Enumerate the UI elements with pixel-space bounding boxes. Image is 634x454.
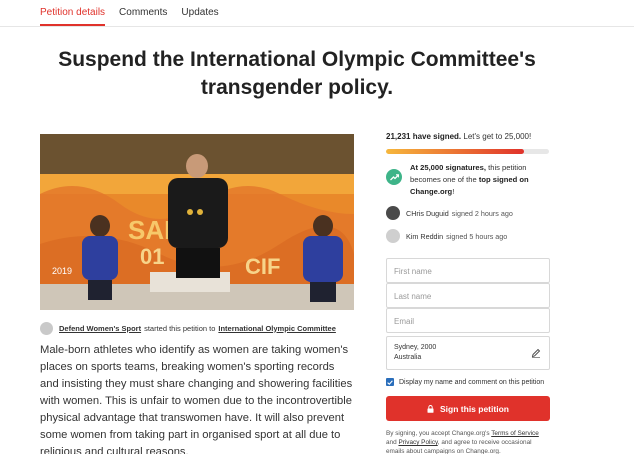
recent-signer: Kim Reddin signed 5 hours ago (386, 229, 550, 243)
petition-photo: SAM 01 CIF 2019 (40, 134, 354, 310)
location-city: Sydney, 2000 (394, 344, 437, 351)
tab-comments[interactable]: Comments (119, 0, 167, 26)
petition-tabs: Petition details Comments Updates (40, 0, 233, 26)
milestone-lead: At 25,000 signatures, (410, 163, 486, 172)
edit-pencil-icon[interactable] (531, 348, 541, 358)
signature-goal-text: Let's get to 25,000! (463, 132, 532, 141)
tab-updates[interactable]: Updates (181, 0, 218, 26)
last-name-field[interactable]: Last name (386, 283, 550, 308)
email-field[interactable]: Email (386, 308, 550, 333)
podium-photo-illustration: SAM 01 CIF 2019 (40, 134, 354, 310)
legal-prefix: By signing, you accept Change.org's (386, 430, 490, 437)
sign-petition-button[interactable]: Sign this petition (386, 396, 550, 421)
legal-disclaimer: By signing, you accept Change.org's Term… (386, 429, 550, 454)
sign-petition-label: Sign this petition (440, 403, 509, 414)
signer-time: signed 2 hours ago (451, 208, 513, 218)
svg-text:2019: 2019 (52, 266, 72, 276)
petition-description: Male-born athletes who identify as women… (40, 344, 353, 454)
signature-count: 21,231 have signed. Let's get to 25,000! (386, 132, 550, 141)
petition-title: Suspend the International Olympic Commit… (40, 46, 554, 102)
sign-sidebar: 21,231 have signed. Let's get to 25,000!… (386, 132, 550, 243)
signer-name: CHris Duguid (406, 208, 449, 218)
starter-author-link[interactable]: Defend Women's Sport (59, 324, 141, 333)
milestone-end: ! (452, 187, 455, 196)
svg-text:CIF: CIF (245, 254, 280, 279)
milestone-notice: At 25,000 signatures, this petition beco… (386, 162, 550, 198)
petition-title-line2: transgender policy. (200, 76, 394, 99)
signer-avatar (386, 229, 400, 243)
first-name-field[interactable]: First name (386, 258, 550, 283)
trending-up-icon (386, 169, 402, 185)
starter-action-text: started this petition to (144, 323, 216, 333)
tab-petition-details[interactable]: Petition details (40, 0, 106, 26)
svg-text:01: 01 (140, 244, 164, 269)
lock-icon (427, 404, 434, 413)
location-field[interactable]: Sydney, 2000 Australia (386, 336, 550, 370)
privacy-policy-link[interactable]: Privacy Policy (398, 439, 437, 446)
starter-target-link[interactable]: International Olympic Committee (218, 324, 336, 333)
recent-signer: CHris Duguid signed 2 hours ago (386, 206, 550, 220)
display-name-checkbox[interactable] (386, 378, 394, 386)
signature-progress-bar (386, 149, 549, 154)
petition-title-line1: Suspend the International Olympic Commit… (58, 48, 536, 71)
petition-starter-line: Defend Women's Sport started this petiti… (40, 320, 336, 336)
terms-of-service-link[interactable]: Terms of Service (491, 430, 539, 437)
legal-and: and (386, 439, 397, 446)
display-name-option: Display my name and comment on this peti… (386, 378, 544, 386)
tabs-divider (0, 26, 634, 27)
starter-avatar (40, 321, 53, 335)
milestone-text: At 25,000 signatures, this petition beco… (410, 162, 550, 198)
signer-name: Kim Reddin (406, 231, 444, 241)
signature-progress-fill (386, 149, 525, 154)
signer-time: signed 5 hours ago (446, 231, 508, 241)
signature-count-number: 21,231 have signed. (386, 132, 462, 141)
signer-avatar (386, 206, 400, 220)
location-country: Australia (394, 354, 422, 361)
display-name-label: Display my name and comment on this peti… (399, 378, 545, 386)
